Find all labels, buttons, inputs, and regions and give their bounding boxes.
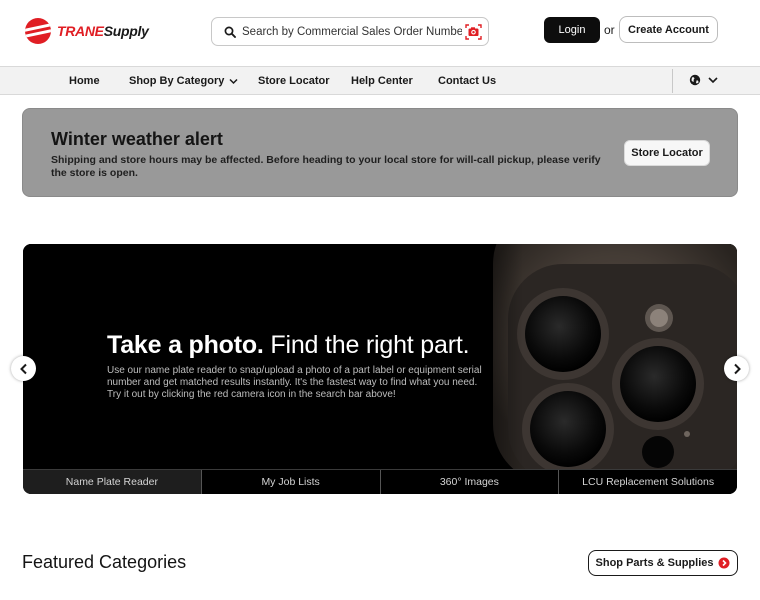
weather-alert-banner: Winter weather alert Shipping and store …: [22, 108, 738, 197]
nav-item-shop-by-category[interactable]: Shop By Category: [129, 75, 238, 87]
search-icon[interactable]: [212, 18, 236, 45]
alert-title: Winter weather alert: [51, 129, 223, 149]
shop-parts-supplies-button[interactable]: Shop Parts & Supplies: [588, 550, 738, 576]
search-bar: [211, 17, 489, 46]
chevron-left-icon: [19, 363, 27, 374]
hero-tab-360-images[interactable]: 360° Images: [380, 470, 560, 494]
hero-tab-name-plate-reader[interactable]: Name Plate Reader: [23, 470, 202, 494]
alert-message: Shipping and store hours may be affected…: [51, 154, 601, 179]
featured-categories-heading: Featured Categories: [22, 552, 187, 572]
hero-description: Use our name plate reader to snap/upload…: [107, 365, 482, 400]
nav-item-home[interactable]: Home: [69, 75, 100, 87]
hero-title: Take a photo. Find the right part.: [107, 331, 470, 360]
hero-title-bold: Take a photo.: [107, 331, 264, 359]
globe-icon[interactable]: [689, 74, 701, 86]
nav-item-store-locator[interactable]: Store Locator: [258, 75, 330, 87]
alert-store-locator-button[interactable]: Store Locator: [624, 140, 710, 166]
nav-item-contact-us[interactable]: Contact Us: [438, 75, 496, 87]
chevron-down-icon: [229, 78, 238, 84]
nav-divider: [672, 69, 673, 93]
trane-logo-icon: [25, 18, 51, 44]
carousel-prev-button[interactable]: [11, 356, 36, 381]
carousel-next-button[interactable]: [724, 356, 749, 381]
or-separator: or: [604, 23, 615, 37]
create-account-button[interactable]: Create Account: [619, 16, 718, 43]
hero-carousel: Take a photo. Find the right part. Use o…: [23, 244, 737, 494]
nav-item-help-center[interactable]: Help Center: [351, 75, 413, 87]
login-button[interactable]: Login: [544, 17, 600, 43]
shop-button-label: Shop Parts & Supplies: [595, 557, 714, 569]
nav-item-label: Shop By Category: [129, 75, 225, 87]
chevron-right-icon: [733, 363, 741, 374]
logo-text-trane: TRANE: [57, 23, 104, 39]
camera-icon[interactable]: [465, 24, 482, 40]
trane-supply-logo[interactable]: TRANESupply: [25, 18, 149, 44]
main-nav: Home Shop By Category Store Locator Help…: [0, 66, 760, 95]
hero-tab-lcu-replacement[interactable]: LCU Replacement Solutions: [559, 470, 737, 494]
hero-title-rest: Find the right part.: [263, 331, 470, 359]
arrow-right-circle-icon: [718, 557, 730, 569]
hero-tab-my-job-lists[interactable]: My Job Lists: [201, 470, 381, 494]
language-chevron-down-icon[interactable]: [708, 76, 718, 84]
logo-text-supply: Supply: [103, 23, 149, 39]
hero-tab-bar: Name Plate Reader My Job Lists 360° Imag…: [23, 469, 737, 494]
search-input[interactable]: [242, 25, 462, 38]
site-header: TRANESupply Login or Create Account: [0, 0, 760, 66]
